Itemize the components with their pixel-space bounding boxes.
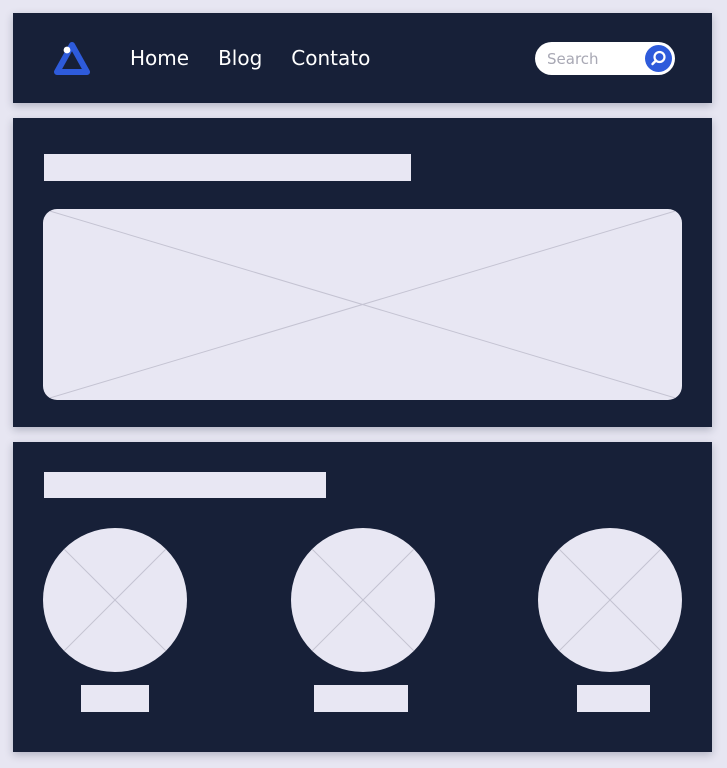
nav-links: Home Blog Contato: [130, 13, 399, 103]
nav-link-contato[interactable]: Contato: [291, 46, 370, 70]
cards-title-placeholder: [44, 472, 326, 498]
search-box: [535, 42, 675, 75]
nav-link-blog[interactable]: Blog: [218, 46, 262, 70]
image-placeholder-cross-icon: [558, 548, 662, 652]
search-button[interactable]: [645, 45, 672, 72]
image-placeholder-cross-icon: [63, 548, 167, 652]
nav-link-home[interactable]: Home: [130, 46, 189, 70]
card-label-placeholder: [81, 685, 149, 712]
top-navbar: Home Blog Contato: [13, 13, 712, 103]
hero-title-placeholder: [44, 154, 411, 181]
card-image-placeholder: [291, 528, 435, 672]
card-label-placeholder: [577, 685, 650, 712]
image-placeholder-cross-icon: [43, 209, 682, 400]
image-placeholder-cross-icon: [311, 548, 415, 652]
cards-section: [13, 442, 712, 752]
search-icon: [651, 50, 666, 66]
hero-image-placeholder: [43, 209, 682, 400]
card-image-placeholder: [43, 528, 187, 672]
hero-section: [13, 118, 712, 427]
card-label-placeholder: [314, 685, 408, 712]
triangle-logo-icon[interactable]: [53, 41, 91, 77]
search-input[interactable]: [547, 42, 637, 75]
card-image-placeholder: [538, 528, 682, 672]
